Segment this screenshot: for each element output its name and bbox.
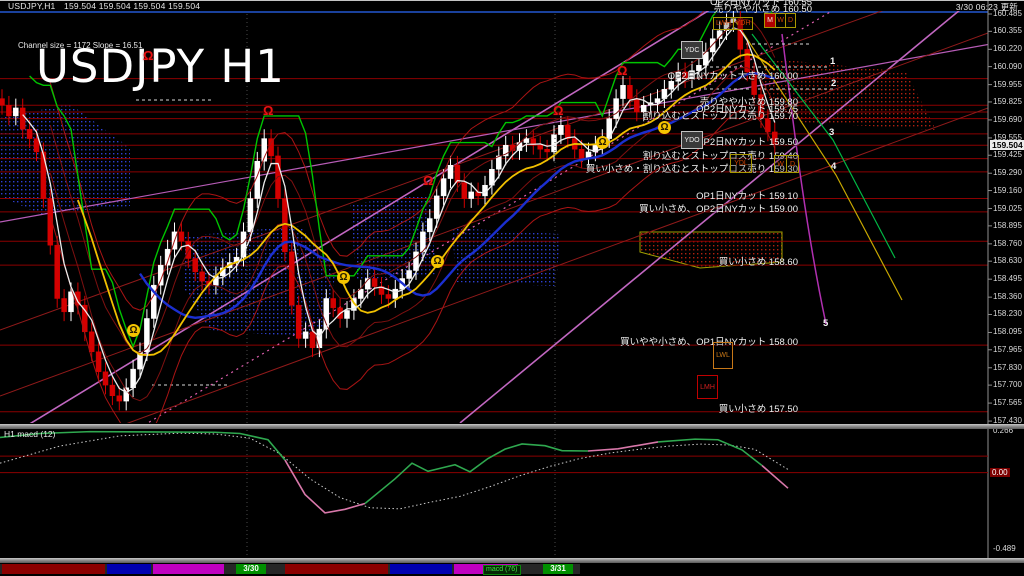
price-tick: 157.965 xyxy=(993,346,1022,354)
price-annotation: 買いやや小さめ、OP1日NYカット 158.00 xyxy=(620,334,798,348)
price-tick: 157.565 xyxy=(993,399,1022,407)
pivot-box-lwl: LWL xyxy=(713,342,733,369)
macd-zero-tag: 0.00 xyxy=(990,468,1010,477)
wave-count-label: 1 xyxy=(830,56,835,67)
macd-main-line xyxy=(762,466,788,489)
omega-buy-marker-icon: Ω xyxy=(658,121,671,134)
price-tick: 157.830 xyxy=(993,364,1022,372)
timeline-date-label: 3/31 xyxy=(543,564,573,574)
wave-count-label: 3 xyxy=(829,127,834,138)
price-tick: 157.700 xyxy=(993,381,1022,389)
pivot-box-ydo: YDO xyxy=(681,131,703,149)
panel-separator[interactable] xyxy=(0,424,1024,429)
macd-main-line xyxy=(285,460,365,513)
macd-main-line xyxy=(658,439,762,465)
omega-sell-marker-icon: Ω xyxy=(617,63,627,78)
price-annotation: OP2日NYカット 159.50 xyxy=(696,134,798,148)
price-tick: 158.360 xyxy=(993,293,1022,301)
omega-sell-marker-icon: Ω xyxy=(423,173,433,188)
price-tick: 159.290 xyxy=(993,169,1022,177)
wave-count-label: 5 xyxy=(823,318,828,329)
pivot-box-ydh: YDH xyxy=(733,17,753,30)
session-timeline-bar[interactable]: 3/30 3/31 macd (76) xyxy=(0,563,1024,576)
omega-buy-marker-icon: Ω xyxy=(337,271,350,284)
price-tick: 159.955 xyxy=(993,81,1022,89)
price-tick: 159.825 xyxy=(993,98,1022,106)
pivot-box-ydc: YDC xyxy=(681,41,703,59)
price-annotation: OP1日NYカット 159.10 xyxy=(696,188,798,202)
pivot-box-d: D xyxy=(785,13,796,28)
current-price-tag: 159.504 xyxy=(990,140,1024,150)
price-tick: 159.025 xyxy=(993,205,1022,213)
price-tick: 160.090 xyxy=(993,63,1022,71)
session-segment xyxy=(2,564,105,574)
price-tick: 159.425 xyxy=(993,151,1022,159)
price-tick: 160.485 xyxy=(993,10,1022,18)
pivot-box-lwh: LWH xyxy=(713,17,734,30)
price-tick: 158.230 xyxy=(993,310,1022,318)
session-segment xyxy=(153,564,224,574)
price-annotation: 買い小さめ 158.60 xyxy=(719,254,798,268)
price-tick: 158.895 xyxy=(993,222,1022,230)
price-annotation: 買い小さめ・割り込むとストップロス売り 159.30 xyxy=(586,161,798,175)
chart-watermark-title: USDJPY H1 xyxy=(36,40,285,93)
symbol-timeframe-label: USDJPY,H1 xyxy=(8,1,55,11)
pivot-box-lmh: LMH xyxy=(697,375,718,399)
price-tick: 159.160 xyxy=(993,187,1022,195)
timeline-date-label: 3/30 xyxy=(236,564,266,574)
pivot-box-ydl: YDL xyxy=(730,154,752,173)
omega-buy-marker-icon: Ω xyxy=(596,136,609,149)
ohlc-quotes: 159.504 159.504 159.504 159.504 xyxy=(64,1,200,11)
price-annotation: 買い小さめ、OP2日NYカット 159.00 xyxy=(639,201,798,215)
pivot-box-d: D xyxy=(786,155,799,173)
macd-signal-line xyxy=(0,433,788,509)
price-annotation: 売りやや小さめ 160.50 xyxy=(714,1,812,15)
price-tick: 158.630 xyxy=(993,257,1022,265)
timeline-macd-tag: macd (76) xyxy=(483,565,521,575)
price-annotation: 買い小さめ 157.50 xyxy=(719,401,798,415)
price-tick: 158.095 xyxy=(993,328,1022,336)
price-annotation: OP2日NYカット大きめ 160.00 xyxy=(668,68,798,82)
macd-panel-group xyxy=(0,432,988,513)
omega-buy-marker-icon: Ω xyxy=(127,324,140,337)
chart-header: USDJPY,H1 159.504 159.504 159.504 159.50… xyxy=(8,1,200,11)
session-segment xyxy=(390,564,452,574)
omega-sell-marker-icon: Ω xyxy=(263,103,273,118)
omega-buy-marker-icon: Ω xyxy=(431,255,444,268)
price-tick: 159.690 xyxy=(993,116,1022,124)
price-tick: 160.220 xyxy=(993,45,1022,53)
macd-main-line xyxy=(588,442,658,451)
macd-indicator-label: H1 macd (12) xyxy=(4,429,56,439)
omega-sell-marker-icon: Ω xyxy=(553,103,563,118)
price-tick: 160.355 xyxy=(993,27,1022,35)
session-segment xyxy=(285,564,388,574)
macd-tick: -0.489 xyxy=(993,545,1016,553)
price-tick: 158.495 xyxy=(993,275,1022,283)
price-annotation: 割り込むとストップロス売り 159.70 xyxy=(643,108,798,122)
price-tick: 158.760 xyxy=(993,240,1022,248)
omega-sell-marker-icon: Ω xyxy=(143,48,153,63)
wave-count-label: 2 xyxy=(831,78,836,89)
session-segment xyxy=(107,564,151,574)
wave-count-label: 4 xyxy=(831,161,836,172)
trading-chart-window: USDJPY,H1 159.504 159.504 159.504 159.50… xyxy=(0,0,1024,576)
